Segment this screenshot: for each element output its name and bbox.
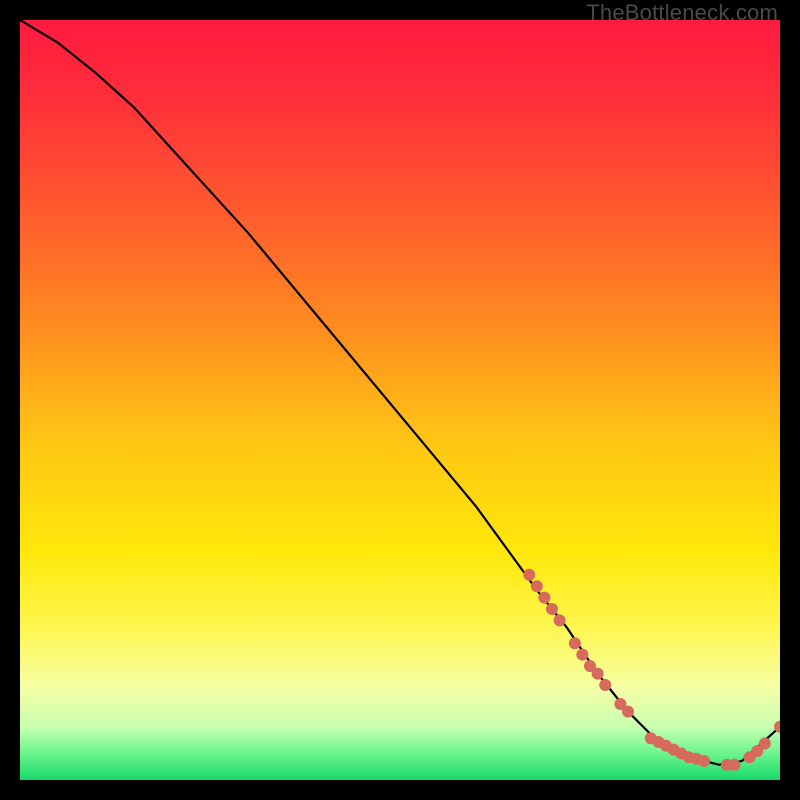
- marker-point: [592, 668, 604, 680]
- marker-point: [531, 580, 543, 592]
- marker-point: [698, 755, 710, 767]
- bottleneck-chart: [20, 20, 780, 780]
- marker-point: [538, 592, 550, 604]
- marker-point: [546, 603, 558, 615]
- marker-point: [569, 637, 581, 649]
- marker-point: [622, 706, 634, 718]
- marker-point: [576, 649, 588, 661]
- marker-point: [728, 759, 740, 771]
- gradient-background: [20, 20, 780, 780]
- marker-point: [554, 614, 566, 626]
- marker-point: [599, 679, 611, 691]
- plot-area: [20, 20, 780, 780]
- marker-point: [523, 569, 535, 581]
- chart-container: TheBottleneck.com: [0, 0, 800, 800]
- marker-point: [759, 738, 771, 750]
